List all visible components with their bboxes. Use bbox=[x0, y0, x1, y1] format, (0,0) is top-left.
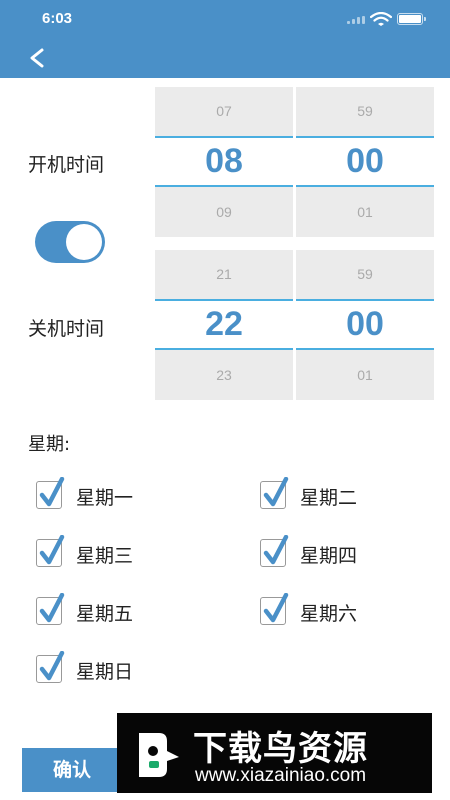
day-label: 星期三 bbox=[76, 545, 134, 567]
watermark-overlay: 下载鸟资源 www.xiazainiao.com bbox=[117, 713, 432, 793]
picker-selected-value[interactable]: 00 bbox=[296, 136, 434, 187]
power-on-label: 开机时间 bbox=[28, 154, 105, 176]
day-label: 星期六 bbox=[300, 603, 358, 625]
confirm-button[interactable]: 确认 bbox=[22, 748, 122, 792]
checkbox[interactable] bbox=[260, 535, 289, 567]
power-off-hour-picker[interactable]: 21 22 23 bbox=[155, 250, 293, 400]
bird-logo-icon bbox=[139, 733, 179, 777]
battery-icon bbox=[397, 13, 426, 25]
check-icon bbox=[39, 651, 65, 681]
check-icon bbox=[263, 477, 289, 507]
day-label: 星期二 bbox=[300, 487, 358, 509]
nav-bar bbox=[0, 36, 450, 78]
checkbox[interactable] bbox=[36, 593, 65, 625]
power-on-hour-picker[interactable]: 07 08 09 bbox=[155, 87, 293, 237]
picker-next-value[interactable]: 01 bbox=[296, 204, 434, 220]
check-icon bbox=[39, 535, 65, 565]
picker-selected-value[interactable]: 22 bbox=[155, 299, 293, 350]
picker-prev-value[interactable]: 59 bbox=[296, 266, 434, 282]
day-label: 星期一 bbox=[76, 487, 134, 509]
schedule-toggle[interactable] bbox=[35, 221, 105, 263]
picker-selected-value[interactable]: 08 bbox=[155, 136, 293, 187]
status-bar: 6:03 bbox=[0, 0, 450, 36]
checkbox[interactable] bbox=[260, 593, 289, 625]
watermark-url: www.xiazainiao.com bbox=[195, 765, 367, 786]
check-icon bbox=[263, 535, 289, 565]
day-label: 星期五 bbox=[76, 603, 134, 625]
toggle-knob bbox=[66, 224, 102, 260]
wifi-icon bbox=[370, 12, 392, 26]
check-icon bbox=[263, 593, 289, 623]
day-label: 星期四 bbox=[300, 545, 358, 567]
power-off-minute-picker[interactable]: 59 00 01 bbox=[296, 250, 434, 400]
status-time: 6:03 bbox=[42, 10, 73, 27]
checkbox[interactable] bbox=[36, 651, 65, 683]
picker-next-value[interactable]: 01 bbox=[296, 367, 434, 383]
check-icon bbox=[39, 477, 65, 507]
watermark-title: 下载鸟资源 bbox=[193, 729, 368, 769]
checkbox[interactable] bbox=[36, 477, 65, 509]
week-label: 星期: bbox=[28, 434, 71, 455]
checkbox[interactable] bbox=[260, 477, 289, 509]
picker-prev-value[interactable]: 07 bbox=[155, 103, 293, 119]
picker-next-value[interactable]: 09 bbox=[155, 204, 293, 220]
picker-prev-value[interactable]: 59 bbox=[296, 103, 434, 119]
signal-icon bbox=[347, 16, 365, 24]
chevron-left-icon[interactable] bbox=[22, 44, 52, 72]
checkbox[interactable] bbox=[36, 535, 65, 567]
power-off-label: 关机时间 bbox=[28, 318, 105, 340]
check-icon bbox=[39, 593, 65, 623]
picker-selected-value[interactable]: 00 bbox=[296, 299, 434, 350]
power-on-minute-picker[interactable]: 59 00 01 bbox=[296, 87, 434, 237]
day-label: 星期日 bbox=[76, 661, 134, 683]
picker-next-value[interactable]: 23 bbox=[155, 367, 293, 383]
picker-prev-value[interactable]: 21 bbox=[155, 266, 293, 282]
